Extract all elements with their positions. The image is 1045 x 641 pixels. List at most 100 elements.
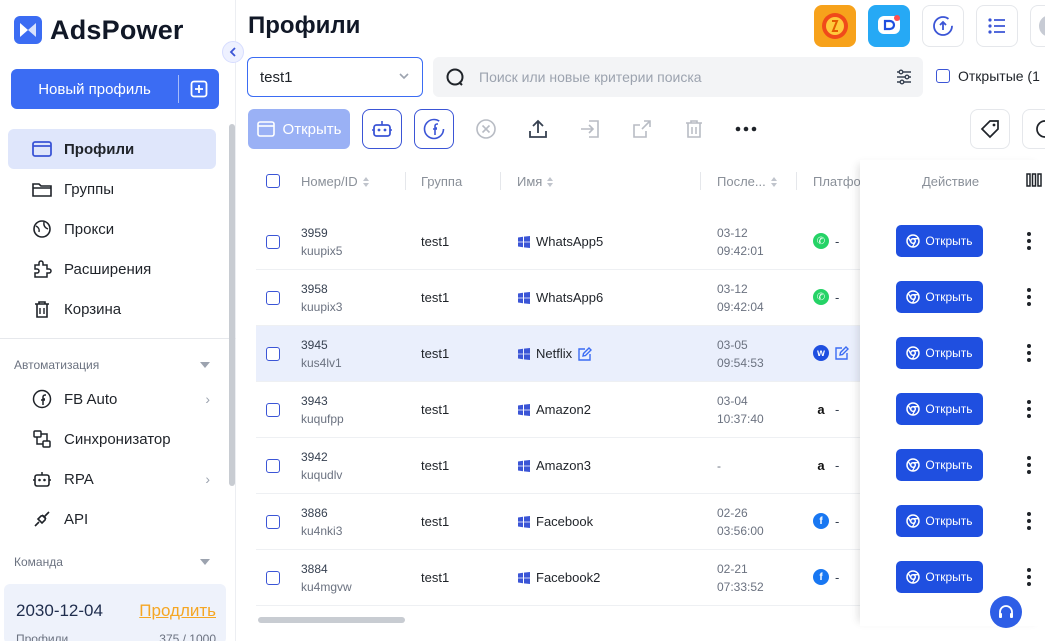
divider	[796, 172, 797, 190]
open-profile-button[interactable]: Открыть	[896, 505, 983, 537]
chevron-left-icon	[229, 47, 236, 57]
share-button[interactable]	[622, 109, 662, 149]
sidebar-item-extensions[interactable]: Расширения	[8, 249, 216, 289]
page-title: Профили	[248, 12, 361, 39]
automation-section-header[interactable]: Автоматизация	[14, 358, 210, 372]
renew-link[interactable]: Продлить	[139, 601, 216, 621]
sidebar-item-proxy[interactable]: Прокси	[8, 209, 216, 249]
section-label: Автоматизация	[14, 358, 100, 372]
sidebar-item-fb-auto[interactable]: FB Auto ›	[8, 379, 216, 419]
batch-add-button[interactable]	[179, 69, 219, 109]
group-select[interactable]: test1	[247, 57, 423, 97]
row-checkbox[interactable]	[266, 515, 280, 529]
open-button-label: Открыть	[925, 290, 973, 304]
subscription-card: 2030-12-04 Продлить Профили 375 / 1000	[4, 584, 226, 641]
sidebar-item-synchronizer[interactable]: Синхронизатор	[8, 419, 216, 459]
opened-filter-checkbox[interactable]: Открытые (1	[936, 68, 1040, 84]
open-profile-button[interactable]: Открыть	[896, 281, 983, 313]
sidebar-scrollbar[interactable]	[229, 124, 235, 486]
task-list-button[interactable]	[976, 5, 1018, 47]
sidebar-item-api[interactable]: API	[8, 499, 216, 539]
main-nav: Профили Группы Прокси Расширения Корзина	[8, 129, 216, 329]
rpa-button[interactable]	[362, 109, 402, 149]
collapse-sidebar-button[interactable]	[222, 41, 244, 63]
edit-icon[interactable]	[578, 346, 593, 361]
filter-settings-icon[interactable]	[895, 68, 913, 86]
column-header-name[interactable]: Имя	[517, 174, 554, 189]
edit-icon[interactable]	[835, 346, 849, 360]
sidebar-item-trash[interactable]: Корзина	[8, 289, 216, 329]
team-section-header[interactable]: Команда	[14, 555, 210, 569]
sidebar-item-label: FB Auto	[64, 390, 118, 408]
chrome-icon	[906, 458, 921, 472]
robot-icon	[33, 472, 51, 487]
search-input[interactable]	[479, 69, 879, 85]
column-header-id[interactable]: Номер/ID	[301, 174, 370, 189]
row-more-button[interactable]	[1026, 456, 1032, 474]
open-profile-button[interactable]: Открыть	[896, 337, 983, 369]
row-more-button[interactable]	[1026, 512, 1032, 530]
last-opened-time: 09:54:53	[717, 356, 764, 370]
select-all-checkbox[interactable]	[266, 174, 280, 188]
new-profile-label[interactable]: Новый профиль	[11, 69, 178, 109]
close-browser-button[interactable]	[466, 109, 506, 149]
sidebar-item-profiles[interactable]: Профили	[8, 129, 216, 169]
row-checkbox[interactable]	[266, 235, 280, 249]
profile-group: test1	[421, 346, 450, 361]
row-more-button[interactable]	[1026, 344, 1032, 362]
whatsapp-icon: ✆	[813, 289, 829, 305]
divider	[500, 172, 501, 190]
open-selected-button[interactable]: Открыть	[248, 109, 350, 149]
sidebar-item-groups[interactable]: Группы	[8, 169, 216, 209]
new-profile-button[interactable]: Новый профиль	[11, 69, 219, 109]
messages-button[interactable]	[868, 5, 910, 47]
profile-name: Facebook2	[518, 570, 600, 585]
reward-button[interactable]	[814, 5, 856, 47]
row-more-button[interactable]	[1026, 400, 1032, 418]
table-horizontal-scrollbar[interactable]	[258, 617, 405, 623]
last-opened-time: 10:37:40	[717, 412, 764, 426]
refresh-button[interactable]	[1022, 109, 1045, 149]
row-checkbox[interactable]	[266, 291, 280, 305]
support-button[interactable]	[990, 596, 1022, 628]
upload-button[interactable]	[922, 5, 964, 47]
column-header-last-opened[interactable]: После...	[717, 174, 778, 189]
fb-auto-button[interactable]	[414, 109, 454, 149]
opened-filter-label: Открытые (1	[958, 68, 1040, 84]
checkbox[interactable]	[936, 69, 950, 83]
platform-cell: f -	[813, 569, 839, 585]
avatar[interactable]	[1030, 5, 1045, 47]
sidebar-item-rpa[interactable]: RPA ›	[8, 459, 216, 499]
open-profile-button[interactable]: Открыть	[896, 393, 983, 425]
export-button[interactable]	[518, 109, 558, 149]
headset-icon	[999, 605, 1013, 618]
row-more-button[interactable]	[1026, 232, 1032, 250]
row-checkbox[interactable]	[266, 347, 280, 361]
delete-button[interactable]	[674, 109, 714, 149]
sidebar-item-label: RPA	[64, 470, 94, 488]
last-opened-date: 02-21	[717, 562, 748, 576]
open-profile-button[interactable]: Открыть	[896, 561, 983, 593]
row-more-button[interactable]	[1026, 568, 1032, 586]
coin-icon	[822, 13, 848, 39]
move-to-group-button[interactable]	[570, 109, 610, 149]
sidebar-item-label: Прокси	[64, 220, 115, 238]
row-more-button[interactable]	[1026, 288, 1032, 306]
platform-cell: a -	[813, 457, 839, 473]
open-profile-button[interactable]: Открыть	[896, 449, 983, 481]
column-header-group: Группа	[421, 174, 462, 189]
open-profile-button[interactable]: Открыть	[896, 225, 983, 257]
facebook-icon	[32, 389, 52, 409]
facebook-icon: f	[813, 569, 829, 585]
row-checkbox[interactable]	[266, 459, 280, 473]
tags-button[interactable]	[970, 109, 1010, 149]
group-select-value: test1	[260, 68, 293, 86]
profile-name: Amazon2	[518, 402, 591, 417]
row-checkbox[interactable]	[266, 571, 280, 585]
trash-icon	[686, 120, 702, 138]
more-actions-button[interactable]	[726, 109, 766, 149]
profile-number: 3943	[301, 394, 328, 408]
row-checkbox[interactable]	[266, 403, 280, 417]
section-label: Команда	[14, 555, 63, 569]
column-settings-icon[interactable]	[1026, 173, 1042, 187]
